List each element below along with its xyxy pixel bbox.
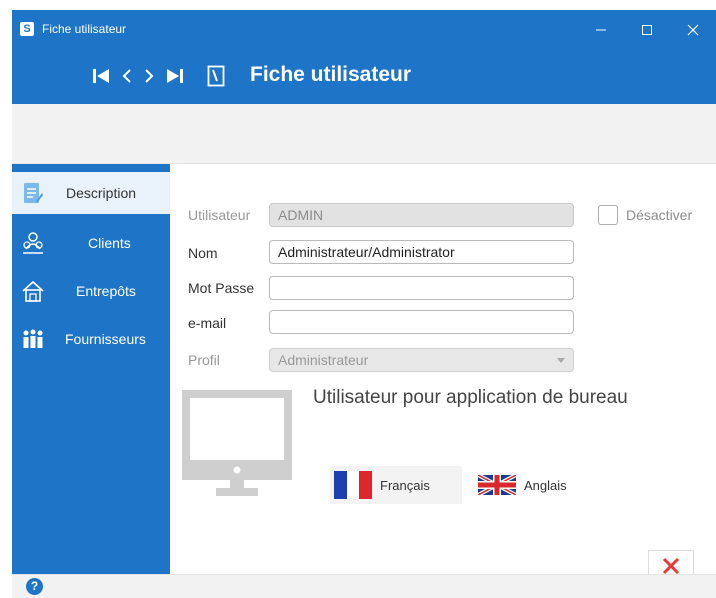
profile-select[interactable]: Administrateur [269,348,574,372]
chevron-down-icon [557,358,565,363]
toolbar-band [12,104,716,164]
username-field[interactable] [269,203,574,227]
first-record-button[interactable] [90,64,112,88]
previous-record-button[interactable] [118,64,136,88]
chevron-right-icon [145,69,154,83]
last-record-button[interactable] [164,64,186,88]
window-close-button[interactable] [670,10,716,50]
sidebar-item-description[interactable]: Description [12,172,170,214]
name-label: Nom [188,245,218,261]
sidebar-item-label: Entrepôts [76,283,136,299]
profile-label: Profil [188,352,220,368]
user-card-window: S Fiche utilisateur Fiche utilisateur De… [12,10,716,598]
minimize-button[interactable] [578,10,624,50]
profile-selected-value: Administrateur [278,352,369,368]
password-label: Mot Passe [188,280,255,296]
app-logo-icon: S [20,22,34,36]
sidebar-item-label: Description [66,185,137,201]
desktop-app-title: Utilisateur pour application de bureau [313,387,628,408]
next-record-button[interactable] [140,64,158,88]
name-field[interactable] [269,240,574,264]
sidebar-item-warehouses[interactable]: Entrepôts [12,270,170,312]
window-title: Fiche utilisateur [42,22,127,36]
chevron-left-icon [122,69,131,83]
suppliers-icon [23,329,43,348]
status-bar: ? [12,574,716,598]
language-english-label: Anglais [524,477,567,493]
help-icon[interactable]: ? [26,578,43,595]
deactivate-checkbox[interactable] [598,205,618,225]
sidebar-item-suppliers[interactable]: Fournisseurs [12,318,170,360]
sidebar-item-label: Clients [88,235,131,251]
language-french-button[interactable]: Français [330,466,462,504]
language-french-label: Français [380,477,430,493]
desktop-monitor-icon [182,390,292,496]
email-label: e-mail [188,315,227,331]
deactivate-label: Désactiver [626,207,693,223]
uk-flag-icon [478,475,516,495]
last-record-icon [167,69,183,83]
close-icon [662,557,680,575]
france-flag-icon [334,471,372,499]
document-icon [24,183,43,203]
warehouse-icon [22,280,44,302]
language-english-button[interactable]: Anglais [478,466,578,504]
sidebar: Description Clients Entrepôts Fournisseu… [12,164,170,574]
first-record-icon [93,69,109,83]
username-label: Utilisateur [188,207,251,223]
maximize-button[interactable] [624,10,670,50]
sidebar-item-clients[interactable]: Clients [12,222,170,264]
maximize-icon [642,25,652,35]
email-field[interactable] [269,310,574,334]
sidebar-item-label: Fournisseurs [65,331,146,347]
title-bar: S Fiche utilisateur [12,10,716,50]
record-document-button[interactable] [204,64,228,88]
document-icon [207,65,225,87]
minimize-icon [596,29,606,31]
record-navigation-header: Fiche utilisateur [12,50,716,104]
clients-icon [23,232,43,254]
close-icon [687,24,699,36]
page-title: Fiche utilisateur [250,63,412,86]
password-field[interactable] [269,276,574,300]
